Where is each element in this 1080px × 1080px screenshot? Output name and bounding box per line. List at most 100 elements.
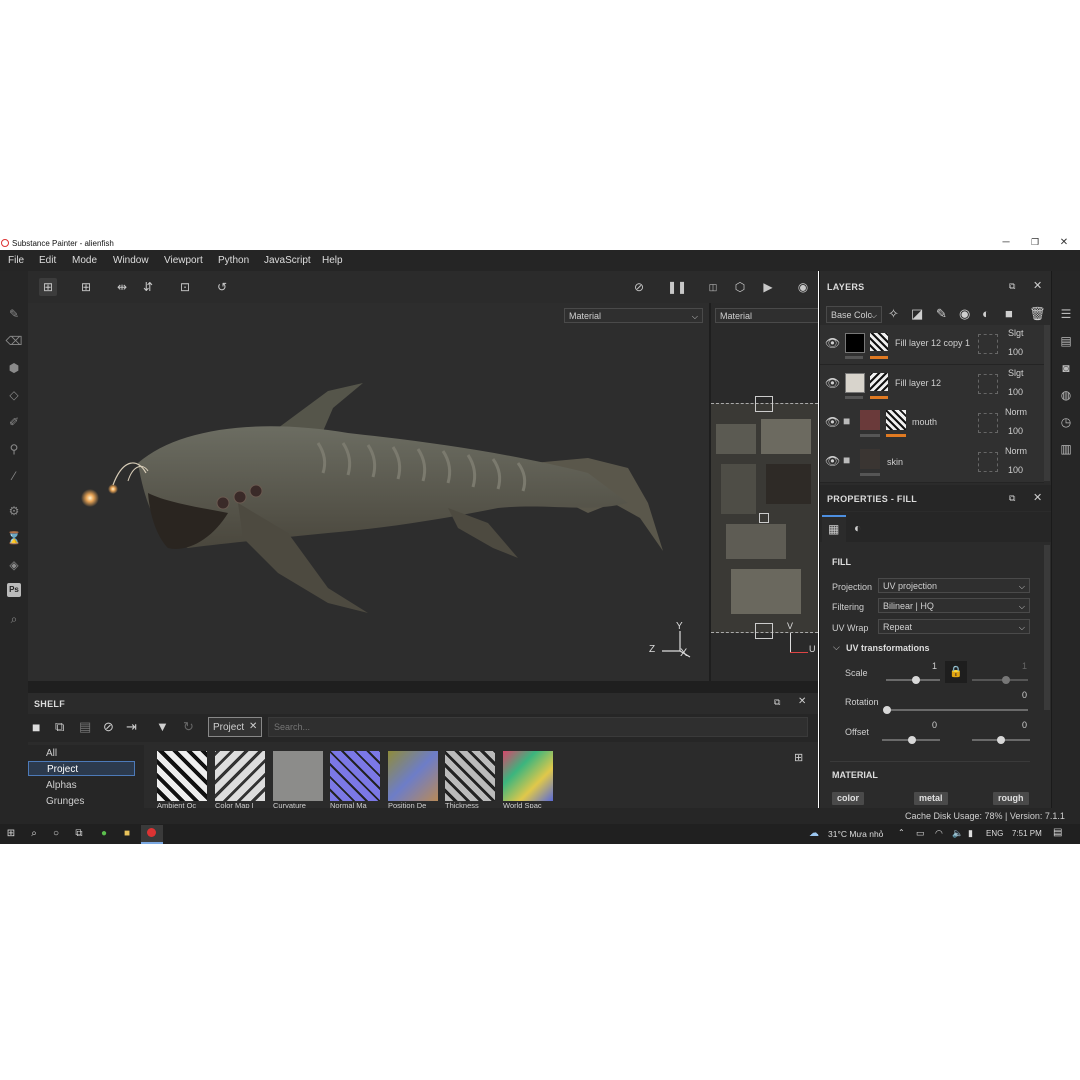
layer-row[interactable]: 👁 ■ mouth Norm 100 <box>820 404 1044 444</box>
offset-x-value[interactable]: 0 <box>932 720 937 730</box>
viewport-3d[interactable]: Material ⌵ Y Z X <box>28 303 709 681</box>
grid-layout-icon[interactable]: ⊞ <box>39 278 57 296</box>
polygon-fill-icon[interactable]: ◇ <box>5 386 23 404</box>
shelf-close-icon[interactable]: ✕ <box>798 696 806 707</box>
magic-wand-icon[interactable]: ✧ <box>888 306 899 322</box>
volume-icon[interactable]: 🔈 <box>952 828 963 839</box>
menu-edit[interactable]: Edit <box>39 255 56 266</box>
layer-effect-slot[interactable] <box>978 452 998 472</box>
layer-row[interactable]: 👁 Fill layer 12 copy 1 Slgt 100 <box>820 325 1044 365</box>
eraser-icon[interactable]: ⌫ <box>5 332 23 350</box>
offset-x-slider-knob[interactable] <box>908 736 916 744</box>
search-tag[interactable]: Project ✕ <box>208 717 262 737</box>
layer-row[interactable]: 👁 Fill layer 12 Slgt 100 <box>820 365 1044 405</box>
properties-close-icon[interactable]: ✕ <box>1033 491 1042 504</box>
shelf-thumb-position[interactable] <box>388 751 438 801</box>
cube-icon[interactable]: ⬡ <box>731 278 749 296</box>
screenshot-icon[interactable]: ◉ <box>794 278 812 296</box>
eye-icon[interactable]: 👁 <box>825 336 840 350</box>
layers-undock-icon[interactable]: ⧉ <box>1009 281 1015 292</box>
substance-taskbar-button[interactable] <box>141 825 163 844</box>
view-mode-icon[interactable]: ◫ <box>704 278 722 296</box>
uvwrap-select[interactable]: Repeat ⌵ <box>878 619 1030 634</box>
file-explorer-icon[interactable]: ■ <box>121 828 133 840</box>
grid-view-icon[interactable]: ⊞ <box>794 751 803 764</box>
save-shelf-icon[interactable]: ▤ <box>79 719 91 735</box>
collapse-chevron-icon[interactable]: ⌵ <box>833 642 840 653</box>
new-shelf-icon[interactable]: ⧉ <box>55 719 64 735</box>
tray-chevron-icon[interactable]: ⌃ <box>898 828 905 837</box>
category-grunges[interactable]: Grunges <box>46 796 84 807</box>
uv-handle-center[interactable] <box>759 513 769 523</box>
material-rough-chip[interactable]: rough <box>993 792 1029 805</box>
weather-text[interactable]: 31°C Mưa nhỏ <box>828 829 883 839</box>
uv-handle-top[interactable] <box>755 396 773 412</box>
layers-scrollbar[interactable] <box>1044 325 1050 481</box>
network-icon[interactable]: ▭ <box>916 828 925 839</box>
offset-y-value[interactable]: 0 <box>1022 720 1027 730</box>
fill-bucket-icon[interactable]: ◉ <box>959 306 970 322</box>
filtering-select[interactable]: Bilinear | HQ ⌵ <box>878 598 1030 613</box>
history-clock-icon[interactable]: ◷ <box>1057 413 1075 431</box>
properties-undock-icon[interactable]: ⧉ <box>1009 493 1015 504</box>
layer-effect-slot[interactable] <box>978 334 998 354</box>
photoshop-icon[interactable]: Ps <box>7 583 21 597</box>
refresh-icon[interactable]: ↻ <box>183 719 194 735</box>
eye-icon[interactable]: 👁 <box>825 376 840 390</box>
layer-effect-slot[interactable] <box>978 374 998 394</box>
paint-brush-icon[interactable]: ✎ <box>5 305 23 323</box>
notifications-icon[interactable]: ▤ <box>1053 827 1062 838</box>
filter-icon[interactable]: ▼ <box>156 719 169 734</box>
projection-icon[interactable]: ⬢ <box>5 359 23 377</box>
properties-scrollbar[interactable] <box>1044 545 1050 710</box>
search-doc-icon[interactable]: ⌕ <box>5 610 23 628</box>
pause-icon[interactable]: ❚❚ <box>667 278 687 296</box>
category-all[interactable]: All <box>46 748 57 759</box>
import-icon[interactable]: ⇥ <box>126 719 137 735</box>
minimize-button[interactable]: ─ <box>997 237 1015 248</box>
shelf-thumb-normal[interactable] <box>330 751 380 801</box>
rotation-slider-track[interactable] <box>886 709 1028 711</box>
eye-icon[interactable]: 👁 <box>825 454 840 468</box>
material-metal-chip[interactable]: metal <box>914 792 948 805</box>
close-button[interactable]: ✕ <box>1055 237 1073 248</box>
layers-stack-icon[interactable]: ☰ <box>1057 305 1075 323</box>
menu-python[interactable]: Python <box>218 255 249 266</box>
menu-viewport[interactable]: Viewport <box>164 255 203 266</box>
projection-select[interactable]: UV projection ⌵ <box>878 578 1030 593</box>
symmetry-vertical-icon[interactable]: ⇵ <box>139 278 157 296</box>
tab-fill-settings[interactable]: ▦ <box>822 515 846 543</box>
brush-icon[interactable]: ✎ <box>936 306 947 322</box>
texture-set-icon[interactable]: ▤ <box>1057 332 1075 350</box>
hourglass-icon[interactable]: ⌛ <box>5 529 23 547</box>
add-frame-icon[interactable]: ⊡ <box>176 278 194 296</box>
plugin-icon[interactable]: ◈ <box>5 556 23 574</box>
scale-slider-knob[interactable] <box>912 676 920 684</box>
scale-slider-knob-2[interactable] <box>1002 676 1010 684</box>
rotation-value[interactable]: 0 <box>1022 690 1027 700</box>
category-project[interactable]: Project <box>28 761 135 776</box>
layer-row[interactable]: 👁 ■ skin Norm 100 <box>820 443 1044 483</box>
uv-transformations-header[interactable]: UV transformations <box>846 643 930 653</box>
tab-material-icon[interactable]: ◐ <box>854 521 861 535</box>
material-color-chip[interactable]: color <box>832 792 865 805</box>
scale-slider-track-2[interactable] <box>972 679 1028 681</box>
cortana-icon[interactable]: ○ <box>50 828 62 840</box>
rotation-slider-knob[interactable] <box>883 706 891 714</box>
clock-time[interactable]: 7:51 PM <box>1012 829 1042 838</box>
shelf-thumb-colormap[interactable] <box>215 751 265 801</box>
shelf-undock-icon[interactable]: ⧉ <box>774 697 780 708</box>
layer-blend[interactable]: Norm <box>1005 446 1027 456</box>
layers-close-icon[interactable]: ✕ <box>1033 279 1042 292</box>
color-picker-icon[interactable]: ⁄ <box>5 467 23 485</box>
language-indicator[interactable]: ENG <box>986 829 1003 838</box>
layer-blend[interactable]: Slgt <box>1008 368 1024 378</box>
camera-icon[interactable]: ▶ <box>759 278 777 296</box>
task-view-icon[interactable]: ⧉ <box>73 828 85 840</box>
category-alphas[interactable]: Alphas <box>46 780 77 791</box>
uv-handle-bottom[interactable] <box>755 623 773 639</box>
layer-opacity[interactable]: 100 <box>1008 426 1023 436</box>
scale-value[interactable]: 1 <box>932 661 937 671</box>
hide-icon[interactable]: ⊘ <box>103 719 114 735</box>
remove-tag-icon[interactable]: ✕ <box>249 721 257 732</box>
